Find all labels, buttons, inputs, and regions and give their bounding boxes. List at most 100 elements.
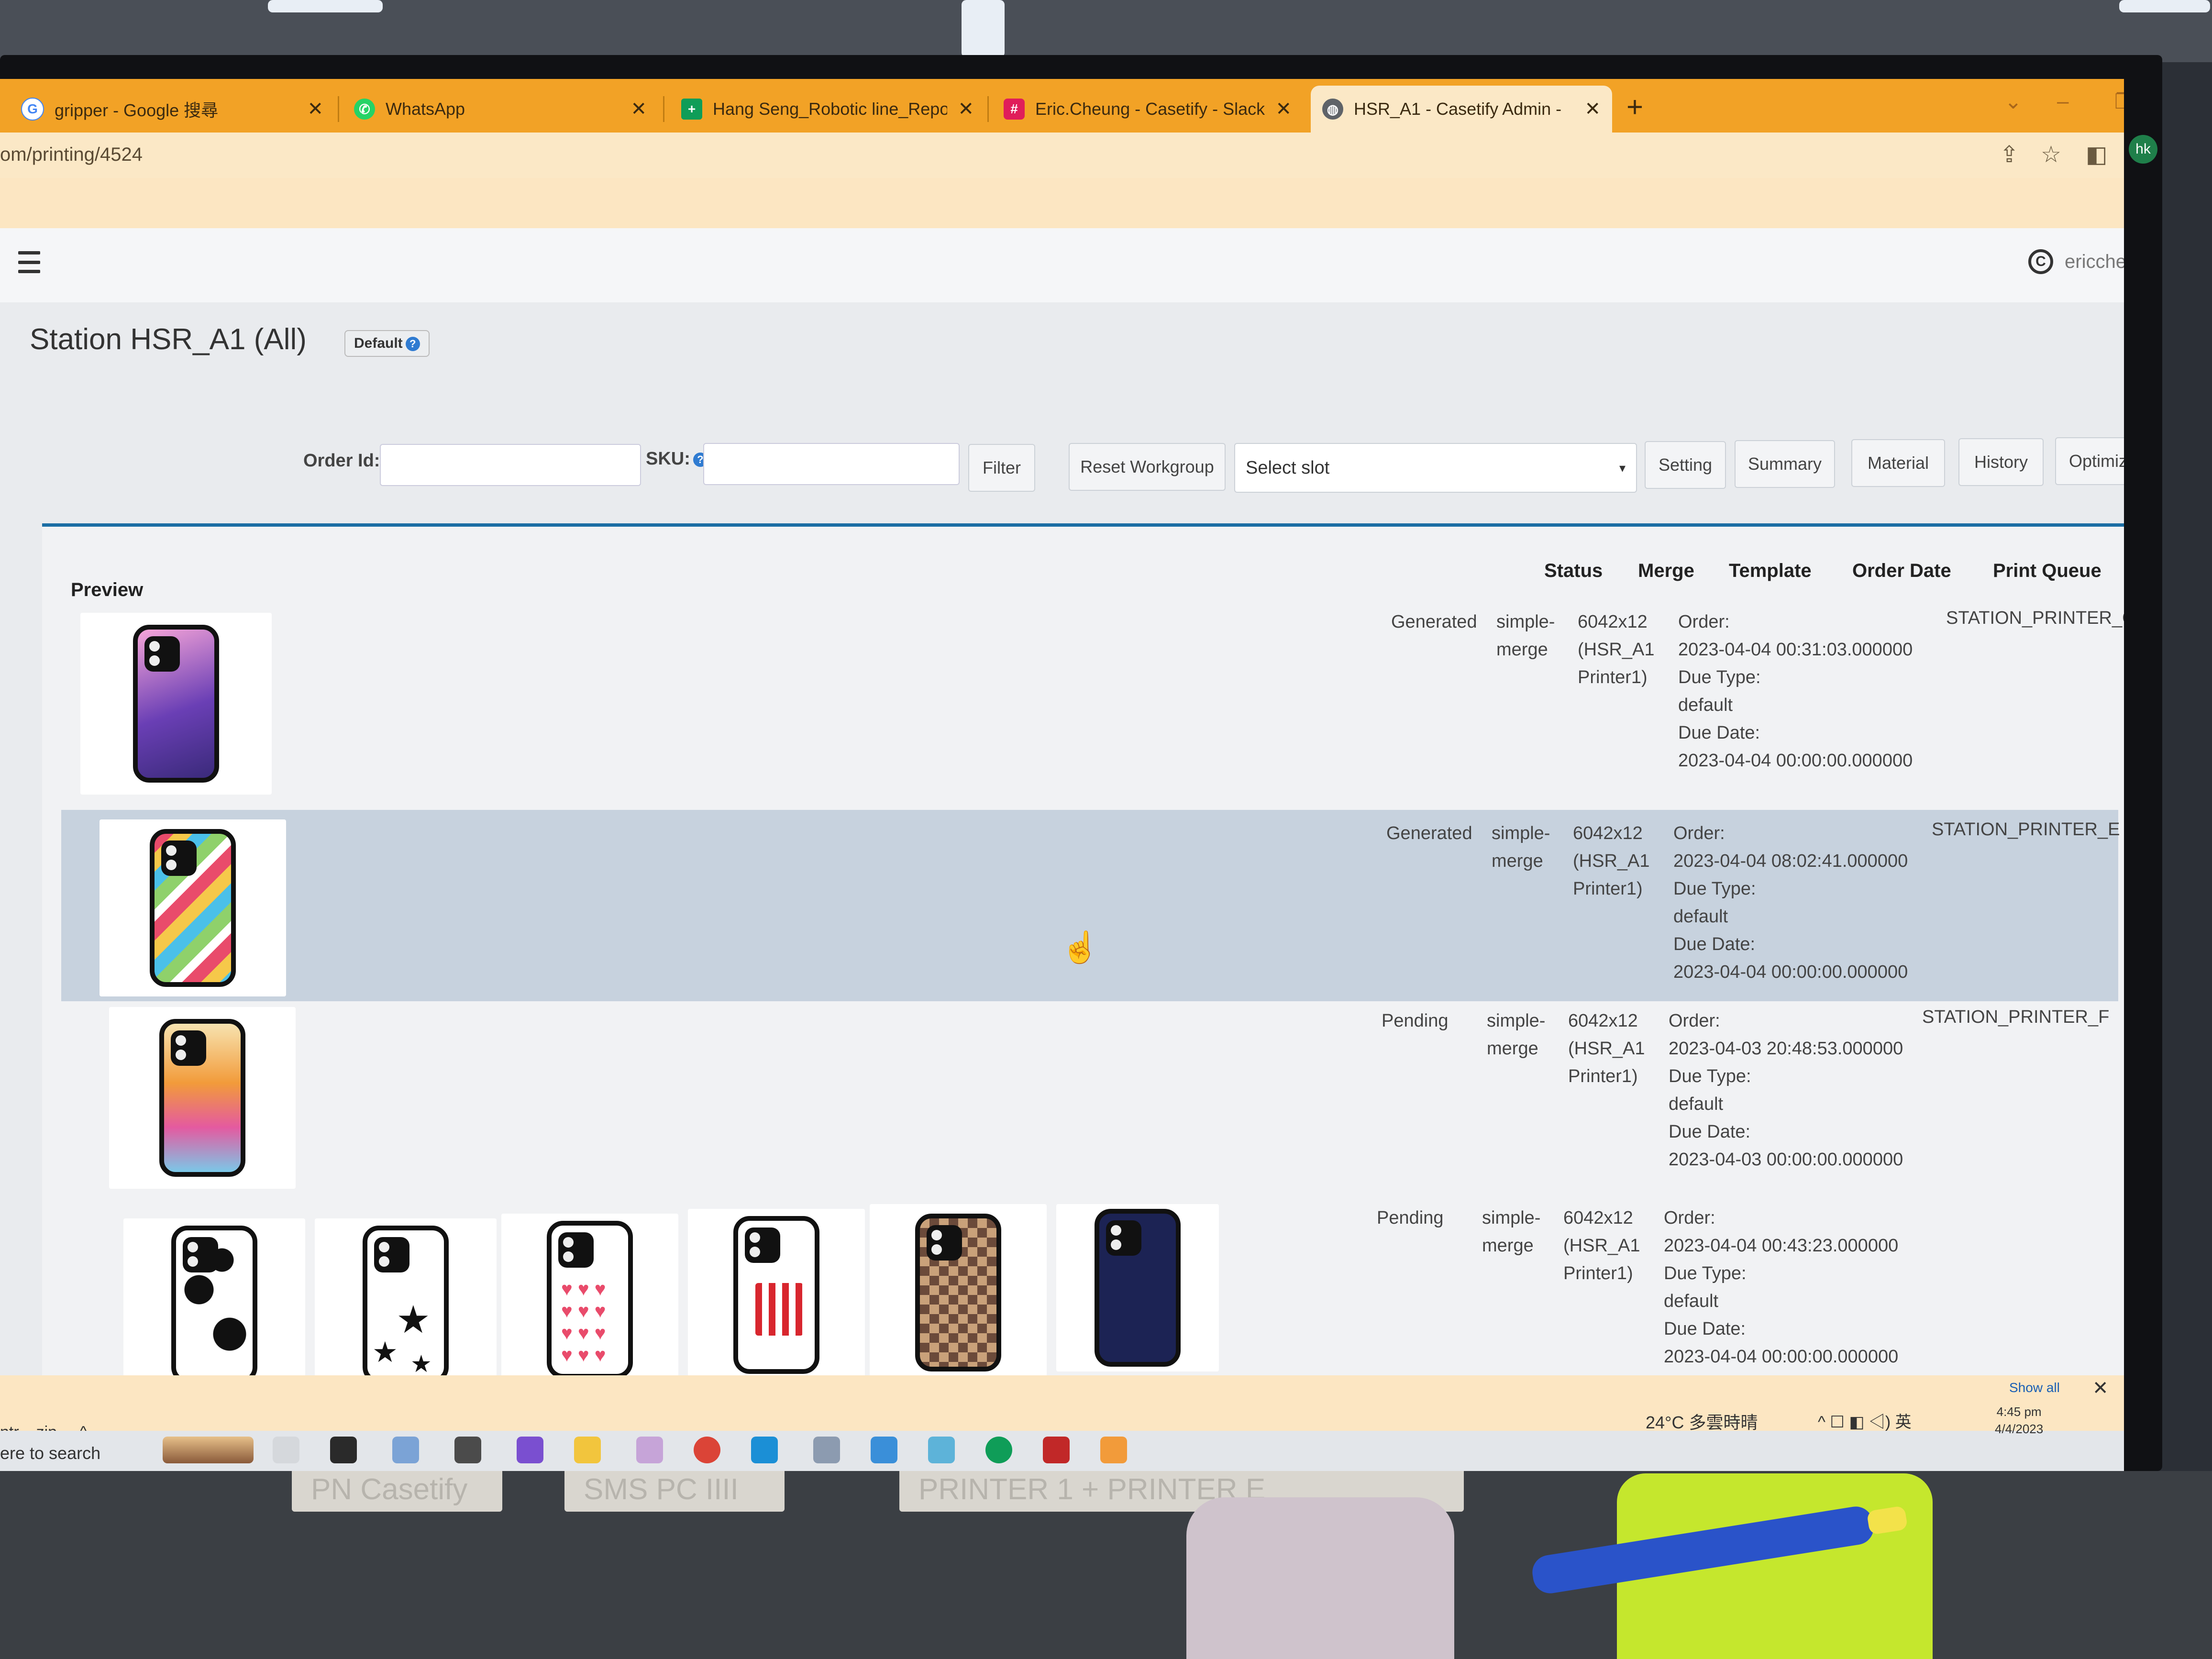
close-icon[interactable]: ✕ <box>958 98 974 120</box>
minimize-icon[interactable]: – <box>2057 89 2068 113</box>
address-bar[interactable]: om/printing/4524 ⇪ ☆ ◧ <box>0 133 2124 178</box>
order-date-cell: Order: 2023-04-03 20:48:53.000000 Due Type… <box>1669 1011 1903 1170</box>
ceiling-light <box>962 0 1005 57</box>
status-cell: Generated <box>1391 612 1477 632</box>
reset-workgroup-button[interactable]: Reset Workgroup <box>1069 443 1226 491</box>
chrome-profile-icon[interactable] <box>985 1437 1012 1463</box>
summary-button[interactable]: Summary <box>1735 440 1835 488</box>
new-tab-button[interactable]: + <box>1626 90 1643 123</box>
search-highlight-image <box>163 1437 254 1463</box>
sku-input[interactable] <box>703 443 960 485</box>
case-preview-thumbnail[interactable] <box>100 819 286 996</box>
tab-casetify-admin[interactable]: ◍ HSR_A1 - Casetify Admin - ✕ <box>1311 86 1612 133</box>
visual-studio-icon[interactable] <box>517 1437 543 1463</box>
bookmark-star-icon[interactable]: ☆ <box>2041 141 2061 168</box>
whatsapp-icon: ✆ <box>354 99 375 120</box>
case-preview-thumbnail[interactable] <box>1056 1204 1219 1371</box>
page-title: Station HSR_A1 (All) <box>30 323 307 356</box>
history-button[interactable]: History <box>1958 438 2044 486</box>
close-icon[interactable]: ✕ <box>1275 98 1292 120</box>
chrome-icon[interactable] <box>694 1437 720 1463</box>
close-icon[interactable]: ✕ <box>2092 1377 2109 1399</box>
clock[interactable]: 4:45 pm 4/4/2023 <box>1995 1403 2043 1438</box>
weather-widget[interactable]: 24°C 多雲時晴 <box>1646 1409 1758 1434</box>
username[interactable]: ericcheung <box>2065 251 2124 273</box>
profile-avatar[interactable]: hk <box>2129 135 2157 164</box>
system-tray[interactable]: ^ ☐ ◧ ◁) 英 <box>1818 1409 1912 1432</box>
app-icon[interactable] <box>636 1437 663 1463</box>
app-icon[interactable] <box>751 1437 778 1463</box>
close-icon[interactable]: ✕ <box>1584 98 1601 120</box>
section-divider <box>42 523 2124 527</box>
case-preview-thumbnail[interactable] <box>870 1204 1047 1381</box>
app-icon[interactable] <box>1043 1437 1070 1463</box>
column-header-status[interactable]: Status <box>1544 560 1603 582</box>
teamviewer-icon[interactable] <box>330 1437 357 1463</box>
sku-label: SKU:? <box>646 449 708 469</box>
tab-separator <box>663 96 664 122</box>
app-icon[interactable] <box>813 1437 840 1463</box>
table-row[interactable]: Generated simple-merge 6042x12 (HSR_A1 Pri… <box>61 608 2124 809</box>
app-icon[interactable] <box>928 1437 955 1463</box>
restore-icon[interactable]: ❐ <box>2114 89 2124 114</box>
column-header-order-date[interactable]: Order Date <box>1852 560 1951 582</box>
hamburger-menu-icon[interactable] <box>18 251 40 273</box>
optimize-button[interactable]: Optimize <box>2055 437 2124 485</box>
app-icon[interactable] <box>392 1437 419 1463</box>
app-header: C ericcheung <box>0 228 2124 303</box>
calculator-icon[interactable] <box>871 1437 897 1463</box>
file-explorer-icon[interactable] <box>574 1437 601 1463</box>
side-panel-icon[interactable]: ◧ <box>2086 141 2107 168</box>
order-date-cell: Order: 2023-04-04 00:43:23.000000 Due Type… <box>1664 1208 1899 1367</box>
order-id-input[interactable] <box>380 444 641 486</box>
app-icon[interactable] <box>454 1437 481 1463</box>
case-preview-thumbnail[interactable]: ★ ★ ★ <box>315 1218 497 1391</box>
page-content: Station HSR_A1 (All) Default? Order Id: … <box>0 302 2124 1471</box>
tab-search-chevron-icon[interactable]: ⌄ <box>2004 89 2022 114</box>
chevron-down-icon: ▾ <box>1619 460 1626 475</box>
merge-cell: simple-merge <box>1482 1208 1541 1256</box>
status-cell: Pending <box>1382 1011 1449 1031</box>
bookmarks-bar <box>0 178 2124 229</box>
material-button[interactable]: Material <box>1851 439 1945 487</box>
column-header-merge[interactable]: Merge <box>1638 560 1694 582</box>
table-row[interactable]: Pending simple-merge 6042x12 (HSR_A1 Print… <box>61 1002 2118 1203</box>
share-icon[interactable]: ⇪ <box>2000 141 2019 168</box>
close-icon[interactable]: ✕ <box>307 98 323 120</box>
url-text[interactable]: om/printing/4524 <box>0 144 143 166</box>
slack-icon: # <box>1004 99 1025 120</box>
tab-report-sheet[interactable]: + Hang Seng_Robotic line_Report. ✕ <box>670 86 985 133</box>
tab-whatsapp[interactable]: ✆ WhatsApp ✕ <box>343 86 658 133</box>
column-header-print-queue[interactable]: Print Queue <box>1993 560 2101 582</box>
select-slot-dropdown[interactable]: Select slot ▾ <box>1234 443 1637 493</box>
status-cell: Pending <box>1377 1208 1444 1228</box>
column-header-template[interactable]: Template <box>1729 560 1812 582</box>
case-preview-thumbnail[interactable] <box>688 1209 865 1381</box>
print-queue-cell: STATION_PRINTER_E <box>1932 819 2120 840</box>
taskbar-search-box[interactable]: ere to search <box>0 1443 100 1463</box>
case-preview-thumbnail[interactable]: ♥ ♥ ♥ ♥ ♥ ♥ ♥ ♥ ♥ ♥ ♥ ♥ <box>501 1214 678 1386</box>
ceiling-light <box>268 0 383 12</box>
app-icon[interactable] <box>1100 1437 1127 1463</box>
tab-google-search[interactable]: G gripper - Google 搜尋 ✕ <box>10 86 335 133</box>
default-badge[interactable]: Default? <box>344 330 430 357</box>
order-id-label: Order Id: <box>303 451 380 471</box>
tab-separator <box>987 96 989 122</box>
show-all-link[interactable]: Show all <box>2009 1380 2060 1395</box>
case-preview-thumbnail[interactable] <box>80 613 272 795</box>
setting-button[interactable]: Setting <box>1645 441 1726 489</box>
column-header-preview: Preview <box>71 579 144 600</box>
template-cell: 6042x12 (HSR_A1 Printer1) <box>1563 1208 1640 1283</box>
table-row[interactable]: Generated simple-merge 6042x12 (HSR_A1 Pri… <box>61 810 2120 1001</box>
tab-separator <box>338 96 339 122</box>
casetify-logo-icon: C <box>2028 249 2053 274</box>
help-icon[interactable]: ? <box>405 337 420 352</box>
case-preview-thumbnail[interactable] <box>123 1218 305 1391</box>
close-icon[interactable]: ✕ <box>630 98 647 120</box>
task-view-icon[interactable] <box>273 1437 299 1463</box>
filter-button[interactable]: Filter <box>968 444 1035 492</box>
user-menu[interactable]: C ericcheung <box>2028 249 2124 274</box>
tab-slack[interactable]: # Eric.Cheung - Casetify - Slack ✕ <box>992 86 1303 133</box>
table-row[interactable]: ★ ★ ★ ♥ ♥ ♥ ♥ ♥ ♥ ♥ ♥ ♥ ♥ ♥ ♥ Pending simple-… <box>61 1204 2118 1405</box>
case-preview-thumbnail[interactable] <box>109 1007 296 1189</box>
